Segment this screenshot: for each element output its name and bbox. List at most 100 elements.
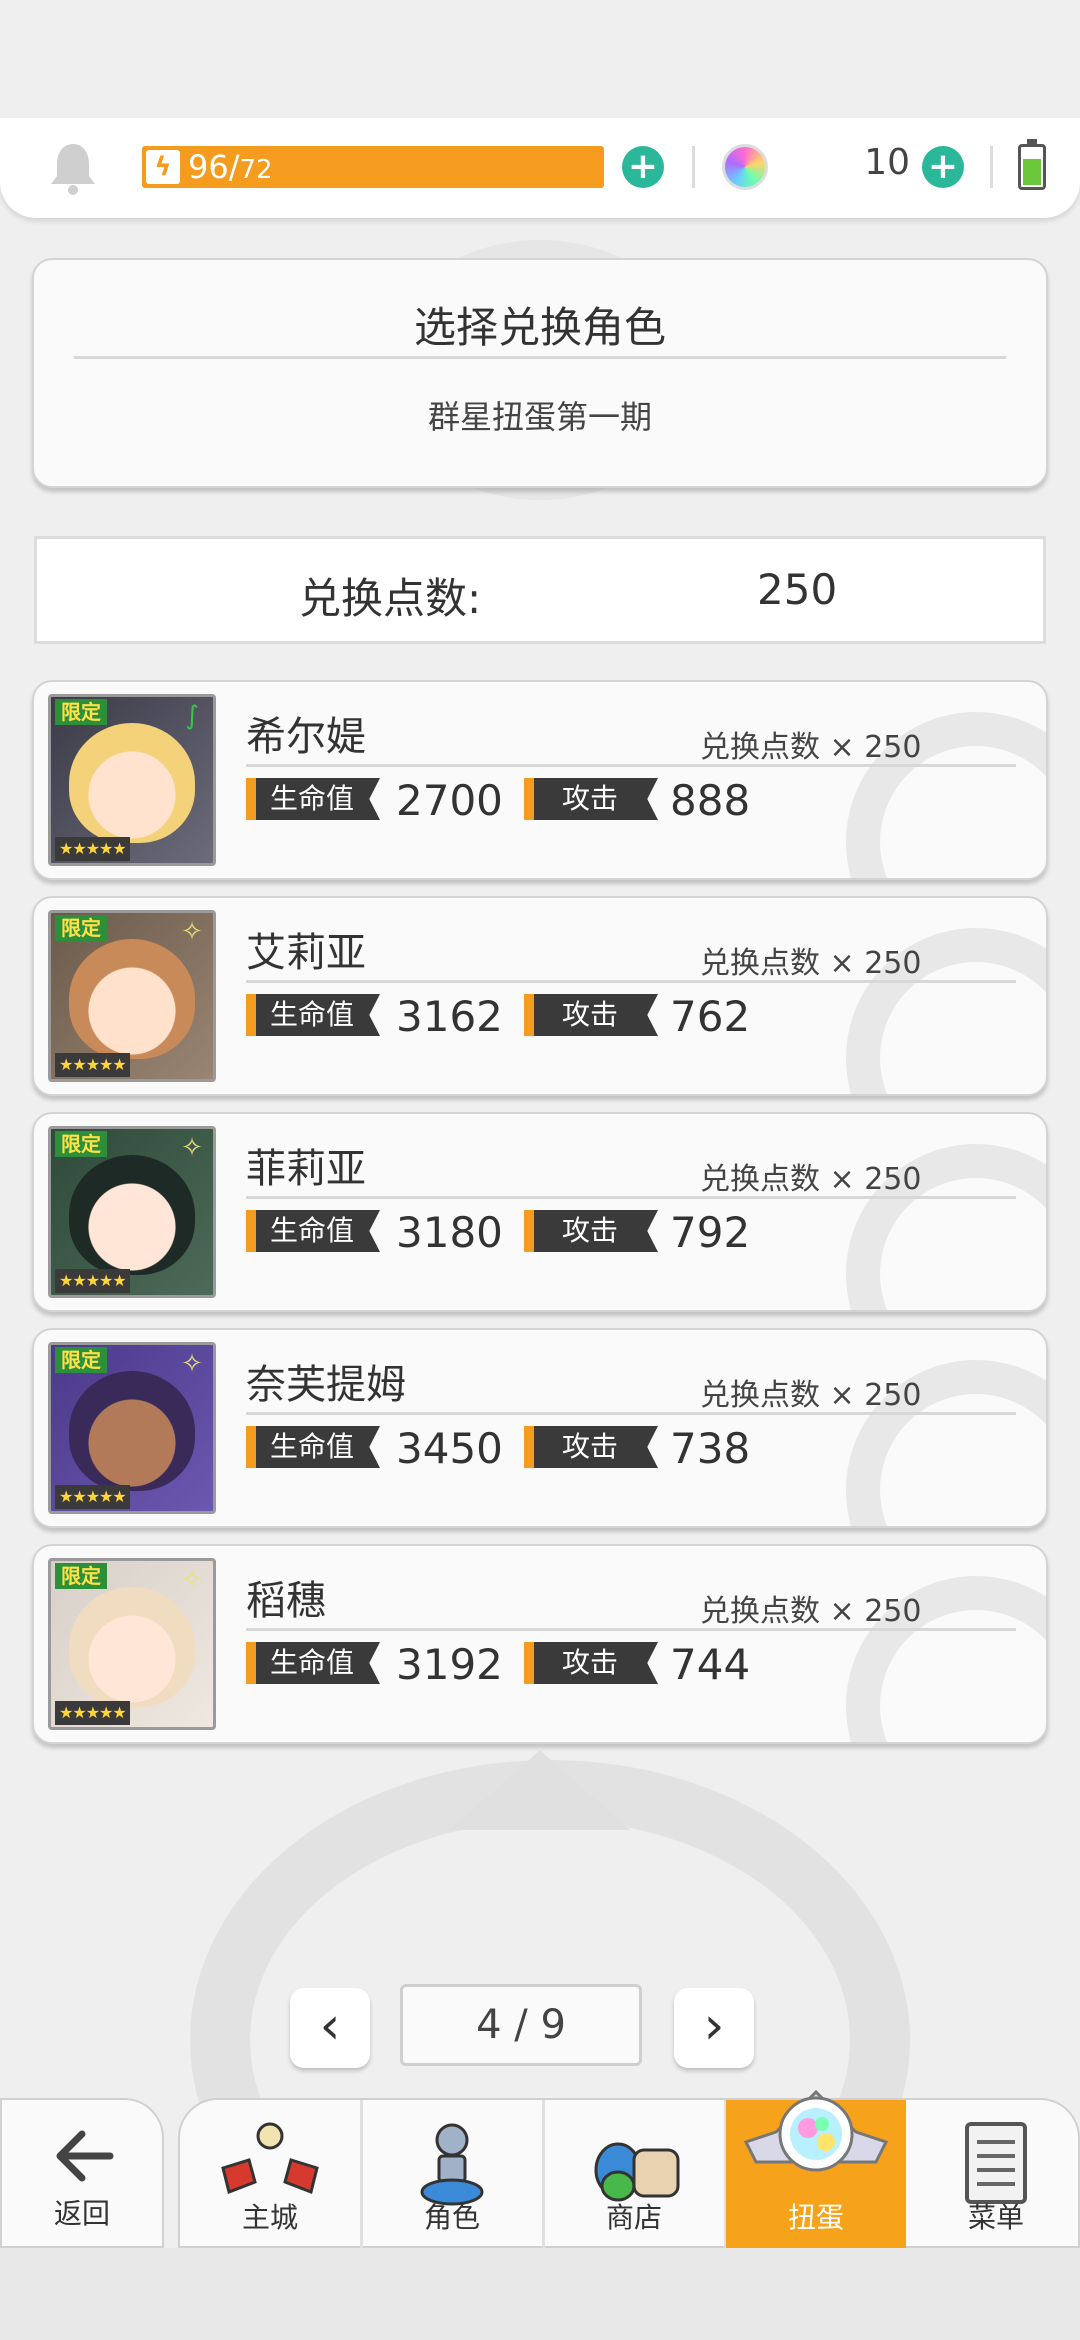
title-divider [74,356,1006,359]
rarity-stars: ★★★★★ [55,1053,130,1077]
card-divider [246,1628,1016,1631]
page-indicator: 4 / 9 [400,1984,642,2066]
character-card[interactable]: 限定 ✧ ★★★★★ 稻穗 兑换点数 × 250 生命值 3192 攻击 744 [32,1544,1048,1744]
rarity-stars: ★★★★★ [55,1701,130,1725]
character-name: 稻穗 [246,1578,326,1624]
nav-label-menu: 菜单 [967,2201,1024,2234]
nav-item-shop[interactable]: 商店 [544,2100,724,2250]
limited-badge: 限定 [55,1131,107,1157]
character-portrait: 限定 ∫ ★★★★★ [48,694,216,866]
points-value: 250 [757,565,838,614]
character-portrait: 限定 ✧ ★★★★★ [48,1558,216,1730]
rarity-stars: ★★★★★ [55,837,130,861]
character-name: 奈芙提姆 [246,1362,406,1408]
character-list: 限定 ∫ ★★★★★ 希尔媞 兑换点数 × 250 生命值 2700 攻击 88… [32,680,1048,1760]
character-portrait: 限定 ✧ ★★★★★ [48,1342,216,1514]
add-energy-button[interactable]: + [622,146,664,188]
character-cost: 兑换点数 × 250 [700,730,922,765]
background-triangle [450,1750,630,1830]
card-divider [246,764,1016,767]
rarity-stars: ★★★★★ [55,1485,130,1509]
light-icon: ✧ [181,1133,203,1163]
hp-tag: 生命值 [246,994,380,1036]
card-divider [246,1196,1016,1199]
hp-value: 3162 [396,992,503,1041]
hp-tag: 生命值 [246,1642,380,1684]
gacha-orb-icon [743,2089,889,2172]
character-cost: 兑换点数 × 250 [700,1162,922,1197]
points-panel: 兑换点数: 250 [34,536,1046,644]
castle-icon [221,2122,319,2195]
light-icon: ✧ [181,1565,203,1595]
hp-value: 2700 [396,776,503,825]
title-panel: 选择兑换角色 群星扭蛋第一期 [32,258,1048,488]
back-button[interactable]: 返回 [0,2098,164,2248]
atk-value: 762 [670,992,751,1041]
divider [990,146,993,188]
add-gem-button[interactable]: + [922,146,964,188]
character-card[interactable]: 限定 ✧ ★★★★★ 奈芙提姆 兑换点数 × 250 生命值 3450 攻击 7… [32,1328,1048,1528]
bell-icon[interactable] [48,140,98,196]
character-card[interactable]: 限定 ∫ ★★★★★ 希尔媞 兑换点数 × 250 生命值 2700 攻击 88… [32,680,1048,880]
hp-tag: 生命值 [246,778,380,820]
character-name: 艾莉亚 [246,930,366,976]
light-icon: ✧ [181,1349,203,1379]
character-cost: 兑换点数 × 250 [700,1378,922,1413]
character-portrait: 限定 ✧ ★★★★★ [48,910,216,1082]
page-subtitle: 群星扭蛋第一期 [427,398,652,436]
limited-badge: 限定 [55,915,107,941]
energy-value: 96/72 [188,148,273,186]
chevron-left-icon: ‹ [319,1996,341,2056]
energy-current: 96/ [188,148,240,186]
nav-label-gacha: 扭蛋 [787,2201,844,2234]
character-card[interactable]: 限定 ✧ ★★★★★ 菲莉亚 兑换点数 × 250 生命值 3180 攻击 79… [32,1112,1048,1312]
character-card[interactable]: 限定 ✧ ★★★★★ 艾莉亚 兑换点数 × 250 生命值 3162 攻击 76… [32,896,1048,1096]
atk-value: 738 [670,1424,751,1473]
bottom-nav: 主城 角色 商店 扭蛋 菜单 [178,2089,1080,2250]
character-name: 菲莉亚 [246,1146,366,1192]
wind-icon: ∫ [185,701,199,731]
hp-tag: 生命值 [246,1426,380,1468]
back-label: 返回 [53,2197,110,2230]
system-gesture-bar [0,2248,1080,2340]
menu-list-icon [965,2122,1027,2204]
limited-badge: 限定 [55,1563,107,1589]
nav-item-gacha[interactable]: 扭蛋 [726,2089,906,2250]
character-name: 希尔媞 [246,714,366,760]
nav-item-character[interactable]: 角色 [362,2100,542,2250]
gem-count: 10 [864,142,910,183]
next-page-button[interactable]: › [674,1988,754,2068]
atk-tag: 攻击 [524,778,658,820]
chevron-right-icon: › [703,1996,725,2056]
hp-value: 3180 [396,1208,503,1257]
card-divider [246,1412,1016,1415]
shop-bag-icon [594,2142,680,2202]
energy-max: 72 [239,155,273,185]
atk-value: 744 [670,1640,751,1689]
nav-label-city: 主城 [241,2201,298,2234]
nav-item-menu[interactable]: 菜单 [906,2100,1080,2250]
nav-item-city[interactable]: 主城 [180,2100,360,2250]
atk-tag: 攻击 [524,1642,658,1684]
energy-bar: ϟ 96/72 [142,146,604,188]
points-label: 兑换点数: [299,574,482,623]
rarity-stars: ★★★★★ [55,1269,130,1293]
nav-label-shop: 商店 [605,2201,662,2234]
limited-badge: 限定 [55,1347,107,1373]
atk-value: 888 [670,776,751,825]
atk-tag: 攻击 [524,1426,658,1468]
arrow-left-icon [56,2130,114,2182]
atk-value: 792 [670,1208,751,1257]
page-title: 选择兑换角色 [413,303,666,352]
prev-page-button[interactable]: ‹ [290,1988,370,2068]
limited-badge: 限定 [55,699,107,725]
character-cost: 兑换点数 × 250 [700,1594,922,1629]
hp-tag: 生命值 [246,1210,380,1252]
hp-value: 3192 [396,1640,503,1689]
lightning-icon: ϟ [146,150,180,184]
nav-label-character: 角色 [423,2201,480,2234]
light-icon: ✧ [181,917,203,947]
atk-tag: 攻击 [524,994,658,1036]
card-divider [246,980,1016,983]
atk-tag: 攻击 [524,1210,658,1252]
